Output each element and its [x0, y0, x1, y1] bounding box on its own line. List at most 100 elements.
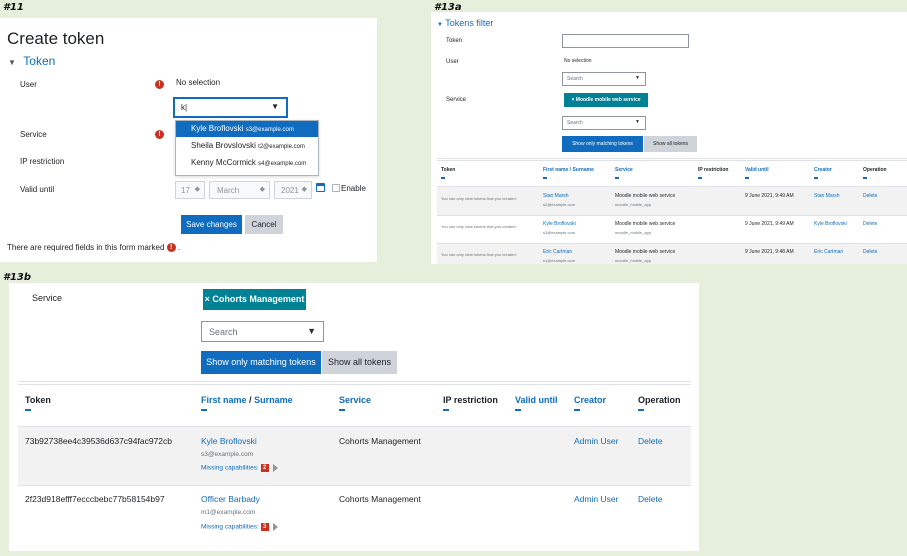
header-service[interactable]: Service	[339, 395, 371, 411]
token-input[interactable]	[562, 34, 689, 48]
suggestion-item[interactable]: Sheila Brovslovski t2@example.com	[176, 137, 318, 154]
sort-icon: ◆	[194, 186, 200, 193]
sort-icon: ◆	[301, 186, 307, 193]
service-cell: Cohorts Management	[339, 436, 421, 446]
service-label: Service	[20, 130, 47, 139]
show-all-button[interactable]: Show all tokens	[644, 136, 697, 152]
chevron-down-icon: ▼	[8, 58, 16, 67]
user-search-input[interactable]: k| ▼	[173, 97, 288, 118]
dropdown-arrow-icon: ▼	[307, 326, 316, 336]
delete-link[interactable]: Delete	[863, 221, 877, 227]
delete-link[interactable]: Delete	[863, 249, 877, 255]
month-select[interactable]: March ◆	[209, 181, 270, 199]
tokens-filter-toggle[interactable]: ▼ Tokens filter	[437, 18, 493, 28]
show-all-button[interactable]: Show all tokens	[322, 351, 397, 374]
service-cell: Moodle mobile web service	[615, 193, 676, 199]
suggestion-item[interactable]: Kyle Broflovski s3@example.com	[176, 121, 318, 137]
creator-link[interactable]: Eric Cartman	[814, 249, 843, 255]
show-matching-button[interactable]: Show only matching tokens	[562, 136, 643, 152]
creator-link[interactable]: Admin User	[574, 494, 618, 504]
dropdown-arrow-icon: ▼	[635, 119, 640, 125]
required-icon: !	[155, 130, 164, 139]
token-section-toggle[interactable]: ▼ Token	[8, 54, 55, 68]
token-cell: 73b92738ee4c39536d637c94fac972cb	[25, 436, 172, 446]
expand-arrow-icon	[273, 464, 279, 472]
table-row: You can only view tokens that you create…	[437, 216, 907, 243]
header-creator[interactable]: Creator	[814, 167, 832, 179]
calendar-icon[interactable]	[316, 183, 325, 192]
service-cell: Cohorts Management	[339, 494, 421, 504]
page-title: Create token	[7, 29, 105, 48]
dropdown-arrow-icon: ▼	[635, 75, 640, 81]
user-suggestions-list: Kyle Broflovski s3@example.com Sheila Br…	[175, 120, 319, 176]
service-label: Service	[446, 97, 467, 103]
user-email: m1@example.com	[201, 509, 256, 516]
service-cell: Moodle mobile web service	[615, 249, 676, 255]
user-label: User	[446, 59, 459, 65]
missing-capabilities-toggle[interactable]: Missing capabilities: 3	[201, 523, 279, 531]
valid-until-cell: 9 June 2021, 9:49 AM	[745, 221, 794, 227]
service-pill[interactable]: × Cohorts Management	[203, 289, 306, 310]
header-service[interactable]: Service	[615, 167, 633, 179]
show-matching-button[interactable]: Show only matching tokens	[201, 351, 321, 374]
token-cell: You can only view tokens that you create…	[441, 196, 517, 201]
valid-until-label: Valid until	[20, 185, 55, 194]
missing-count-badge: 2	[260, 464, 269, 472]
suggestion-item[interactable]: Kenny McCormick s4@example.com	[176, 154, 318, 171]
user-link[interactable]: Stan Marsh	[543, 193, 569, 199]
service-search-input[interactable]: Search ▼	[201, 321, 324, 342]
service-pill[interactable]: × Moodle mobile web service	[564, 93, 648, 107]
token-cell: 2f23d918efff7ecccbebc77b58154b97	[25, 494, 165, 504]
table-row: You can only view tokens that you create…	[437, 187, 907, 215]
service-search-input[interactable]: Search ▼	[562, 116, 646, 130]
creator-link[interactable]: Admin User	[574, 436, 618, 446]
valid-until-cell: 9 June 2021, 9:48 AM	[745, 249, 794, 255]
header-operation: Operation	[638, 395, 681, 411]
dropdown-arrow-icon: ▼	[271, 102, 279, 111]
header-creator[interactable]: Creator	[574, 395, 606, 411]
user-search-input[interactable]: Search ▼	[562, 72, 646, 86]
user-link[interactable]: Officer Barbady	[201, 494, 260, 504]
enable-label: Enable	[341, 184, 366, 193]
delete-link[interactable]: Delete	[638, 436, 663, 446]
user-email: s2@example.com	[543, 202, 576, 207]
required-icon: !	[155, 80, 164, 89]
service-label: Service	[32, 293, 63, 303]
header-ip-restriction: IP restriction	[443, 395, 498, 411]
service-shortname: moodle_mobile_app	[615, 258, 652, 263]
day-select[interactable]: 17 ◆	[175, 181, 205, 199]
enable-checkbox[interactable]	[332, 184, 340, 192]
token-label: Token	[446, 38, 463, 44]
delete-link[interactable]: Delete	[638, 494, 663, 504]
user-label: User	[20, 80, 37, 89]
user-link[interactable]: Kyle Broflovski	[543, 221, 576, 227]
missing-capabilities-toggle[interactable]: Missing capabilities: 2	[201, 464, 279, 472]
header-ip-restriction: IP restriction	[698, 167, 728, 179]
user-email: s3@example.com	[201, 451, 254, 458]
creator-link[interactable]: Stan Marsh	[814, 193, 840, 199]
table-row: 73b92738ee4c39536d637c94fac972cb Kyle Br…	[18, 427, 691, 485]
year-select[interactable]: 2021 ◆	[274, 181, 312, 199]
service-cell: Moodle mobile web service	[615, 221, 676, 227]
service-shortname: moodle_mobile_app	[615, 202, 652, 207]
header-valid-until[interactable]: Valid until	[515, 395, 558, 411]
table-row: 2f23d918efff7ecccbebc77b58154b97 Officer…	[18, 486, 691, 546]
creator-link[interactable]: Kyle Broflovski	[814, 221, 847, 227]
header-token: Token	[25, 395, 51, 411]
header-name[interactable]: First name / Surname	[201, 395, 293, 411]
sort-icon: ◆	[259, 186, 265, 193]
user-link[interactable]: Kyle Broflovski	[201, 436, 257, 446]
header-token: Token	[441, 167, 455, 179]
figure-label-11: #11	[3, 2, 24, 13]
user-link[interactable]: Eric Cartman	[543, 249, 572, 255]
save-button[interactable]: Save changes	[181, 215, 242, 234]
header-valid-until[interactable]: Valid until	[745, 167, 769, 179]
header-name[interactable]: First name / Surname	[543, 167, 594, 179]
user-selection: No selection	[564, 58, 592, 64]
token-cell: You can only view tokens that you create…	[441, 224, 517, 229]
cancel-button[interactable]: Cancel	[245, 215, 283, 234]
user-selection: No selection	[176, 78, 221, 87]
header-operation: Operation	[863, 167, 887, 179]
tokens-filter-panel-small: ▼ Tokens filter Token User No selection …	[431, 12, 907, 264]
delete-link[interactable]: Delete	[863, 193, 877, 199]
